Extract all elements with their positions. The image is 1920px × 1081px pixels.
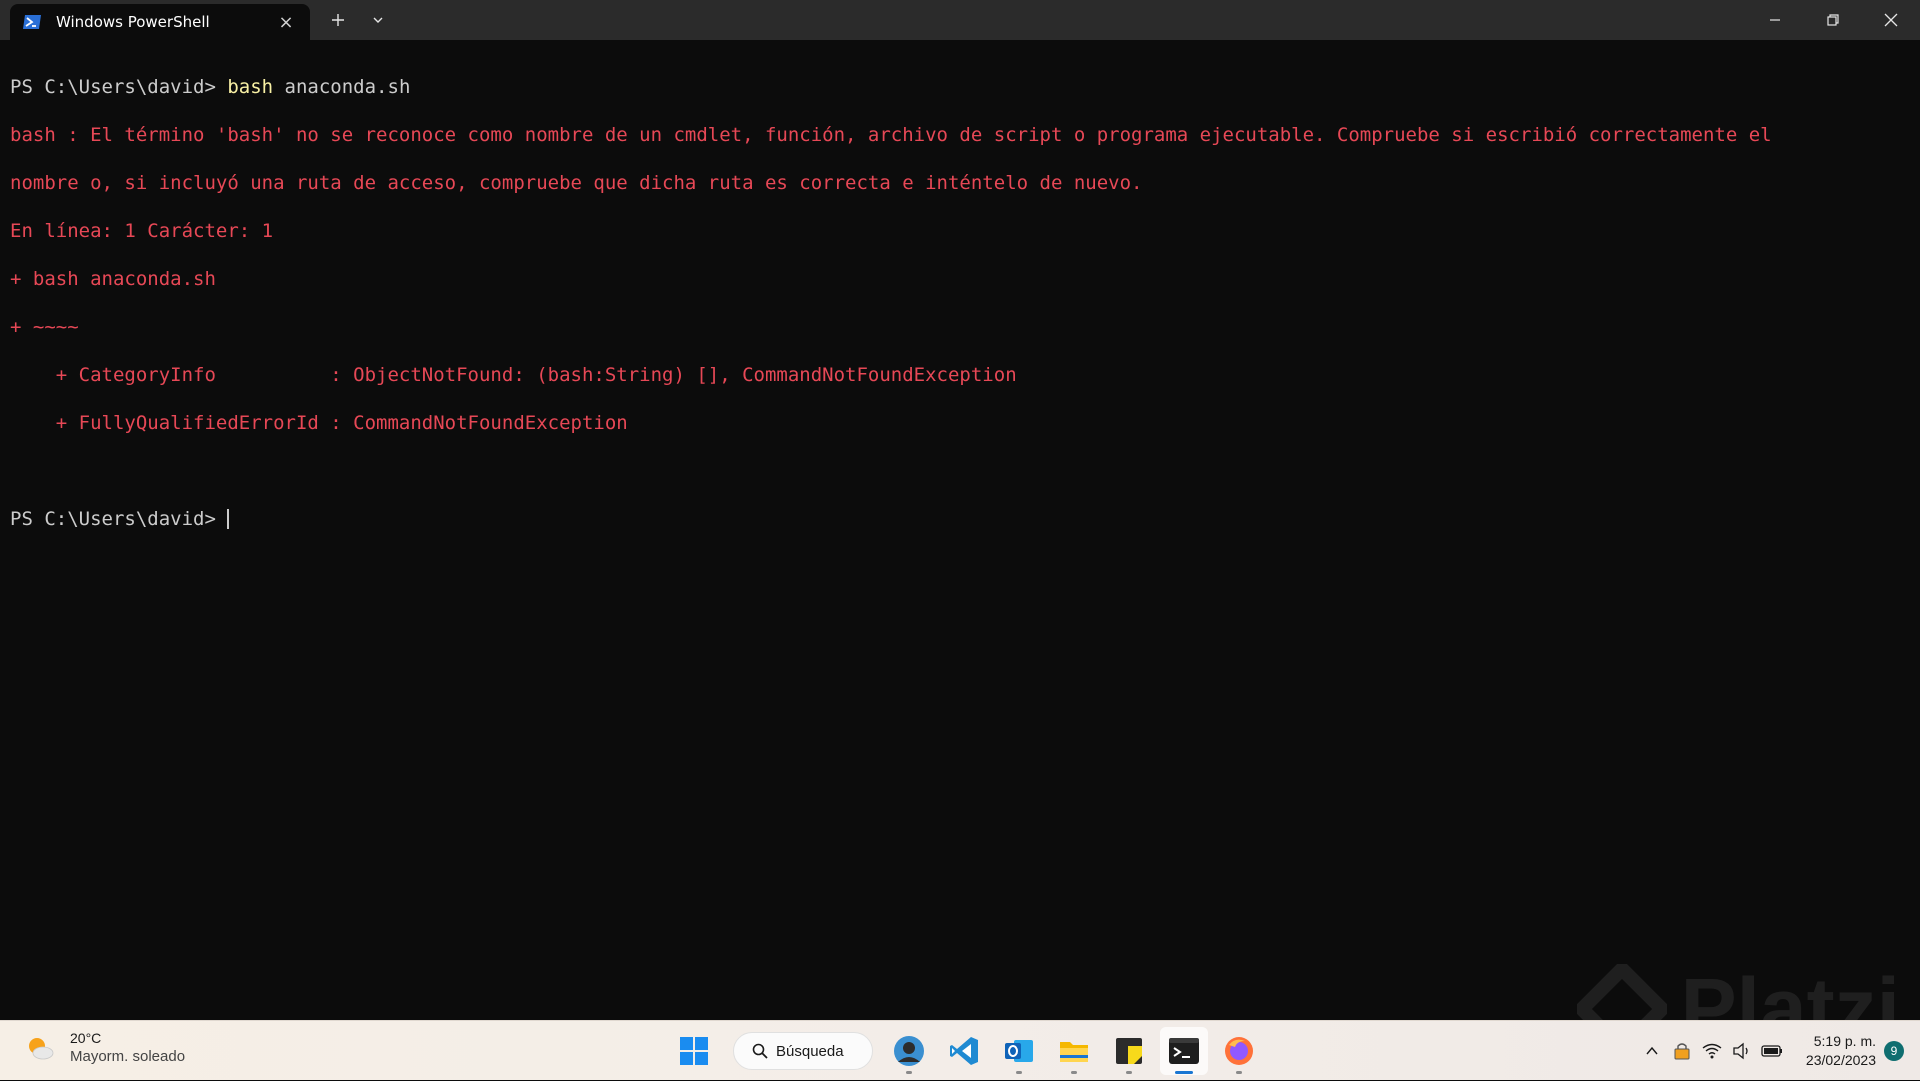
taskbar-search[interactable]: Búsqueda — [733, 1032, 873, 1070]
clock-time: 5:19 p. m. — [1813, 1033, 1876, 1049]
firefox-icon — [1225, 1037, 1253, 1065]
running-indicator — [1126, 1071, 1132, 1074]
vscode-icon — [950, 1037, 978, 1065]
search-icon — [752, 1043, 768, 1059]
new-tab-button[interactable] — [324, 6, 352, 34]
wifi-tray-button[interactable] — [1698, 1037, 1726, 1065]
running-indicator — [906, 1071, 912, 1074]
error-line: + CategoryInfo : ObjectNotFound: (bash:S… — [10, 364, 1017, 386]
partly-sunny-icon — [29, 1038, 54, 1060]
clock[interactable]: 5:19 p. m. 23/02/2023 — [1806, 1032, 1876, 1070]
volume-tray-button[interactable] — [1728, 1037, 1756, 1065]
running-indicator — [1016, 1071, 1022, 1074]
weather-condition: Mayorm. soleado — [70, 1048, 186, 1065]
windows-start-icon — [680, 1037, 708, 1065]
clock-date: 23/02/2023 — [1805, 1052, 1876, 1068]
profile-photo-icon — [894, 1036, 924, 1066]
battery-tray-button[interactable] — [1758, 1037, 1786, 1065]
running-indicator — [1071, 1071, 1077, 1074]
powershell-icon — [23, 15, 41, 29]
prompt: PS C:\Users\david> — [10, 508, 228, 530]
chevron-down-icon — [373, 17, 383, 23]
error-line: nombre o, si incluyó una ruta de acceso,… — [10, 172, 1143, 194]
taskbar-app-profile[interactable] — [885, 1027, 933, 1075]
active-indicator — [1175, 1071, 1193, 1074]
close-window-button[interactable] — [1862, 0, 1920, 40]
vpn-tray-button[interactable] — [1668, 1037, 1696, 1065]
tab-title: Windows PowerShell — [56, 13, 210, 31]
taskbar-app-outlook[interactable] — [995, 1027, 1043, 1075]
system-tray: 5:19 p. m. 23/02/2023 9 — [1638, 1021, 1920, 1081]
tab-windows-powershell[interactable]: Windows PowerShell × — [10, 4, 310, 40]
start-button[interactable] — [670, 1027, 718, 1075]
taskbar-apps: Búsqueda — [670, 1027, 1270, 1075]
minimize-button[interactable] — [1746, 0, 1804, 40]
close-tab-button[interactable]: × — [274, 10, 298, 34]
title-bar: Windows PowerShell × — [0, 0, 1920, 40]
terminal-output[interactable]: PS C:\Users\david> bash anaconda.sh bash… — [0, 40, 1920, 1020]
show-hidden-icons-button[interactable] — [1638, 1037, 1666, 1065]
tab-dropdown-button[interactable] — [364, 6, 392, 34]
notification-badge[interactable]: 9 — [1884, 1041, 1904, 1061]
weather-widget[interactable]: 20°C Mayorm. soleado — [24, 1029, 185, 1067]
taskbar-app-vscode[interactable] — [940, 1027, 988, 1075]
prompt-line: PS C:\Users\david> — [10, 507, 1910, 531]
search-label: Búsqueda — [776, 1042, 844, 1060]
taskbar-app-terminal[interactable] — [1160, 1027, 1208, 1075]
file-explorer-icon — [1060, 1042, 1088, 1062]
sticky-notes-icon — [1116, 1038, 1142, 1064]
command-args: anaconda.sh — [273, 76, 411, 98]
weather-temperature: 20°C — [70, 1030, 102, 1046]
taskbar-app-file-explorer[interactable] — [1050, 1027, 1098, 1075]
outlook-icon — [1005, 1040, 1033, 1062]
prompt: PS C:\Users\david> — [10, 76, 228, 98]
error-line: + FullyQualifiedErrorId : CommandNotFoun… — [10, 412, 628, 434]
wifi-icon — [1702, 1043, 1722, 1059]
taskbar-app-sticky-notes[interactable] — [1105, 1027, 1153, 1075]
error-line: + bash anaconda.sh — [10, 268, 216, 290]
restore-icon — [1827, 14, 1839, 26]
minimize-icon — [1770, 19, 1780, 21]
terminal-icon — [1169, 1038, 1199, 1064]
taskbar-app-firefox[interactable] — [1215, 1027, 1263, 1075]
error-line: + ~~~~ — [10, 316, 79, 338]
battery-icon — [1761, 1045, 1782, 1057]
taskbar: 20°C Mayorm. soleado Búsqueda 5:19 p. m.… — [0, 1020, 1920, 1080]
prompt-line: PS C:\Users\david> bash anaconda.sh — [10, 75, 1910, 99]
running-indicator — [1236, 1071, 1242, 1074]
text-cursor — [227, 509, 230, 529]
chevron-up-icon — [1646, 1046, 1658, 1055]
command: bash — [227, 76, 274, 98]
volume-icon — [1733, 1042, 1748, 1060]
restore-button[interactable] — [1804, 0, 1862, 40]
close-icon — [1884, 13, 1898, 27]
plus-icon — [332, 14, 344, 26]
error-line: En línea: 1 Carácter: 1 — [10, 220, 274, 242]
error-line: bash : El término 'bash' no se reconoce … — [10, 124, 1772, 146]
vpn-lock-icon — [1674, 1043, 1690, 1060]
